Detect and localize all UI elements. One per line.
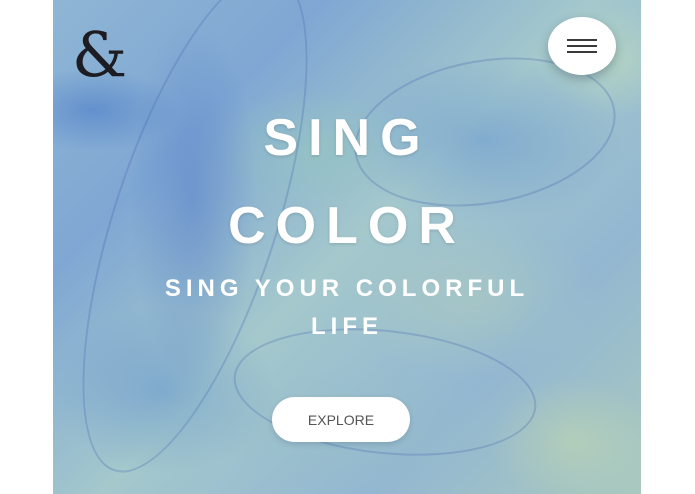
hamburger-menu-icon [567,39,597,41]
hamburger-menu-icon-line [567,51,597,53]
page: & SING COLOR SING YOUR COLORFUL LIFE EXP… [0,0,695,494]
hamburger-menu-button[interactable] [548,17,616,75]
hero-subtitle-line2: LIFE [311,313,383,340]
brand-logo[interactable]: & [72,20,127,90]
explore-button[interactable]: EXPLORE [272,397,410,442]
hero-subtitle-line1: SING YOUR COLORFUL [164,275,530,302]
ampersand-logo-icon: & [72,18,128,91]
hero-title-line2: COLOR [228,197,466,255]
hero-title-line1: SING [263,109,431,167]
hamburger-menu-icon-line [567,45,597,47]
